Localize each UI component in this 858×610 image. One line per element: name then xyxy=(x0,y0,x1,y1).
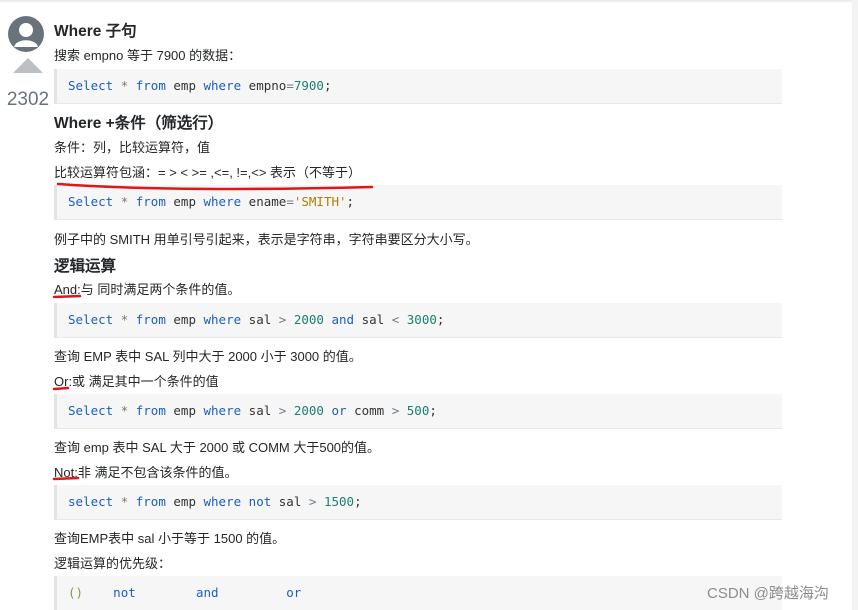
code-token: where xyxy=(203,403,242,418)
and-note: 查询 EMP 表中 SAL 列中大于 2000 小于 3000 的值。 xyxy=(54,349,362,364)
code-token: not xyxy=(248,494,272,509)
code-token: 1500 xyxy=(323,494,355,509)
code-token: or xyxy=(286,585,302,600)
where-description: 搜索 empno 等于 7900 的数据： xyxy=(54,48,242,63)
code-token: 'SMITH' xyxy=(293,194,347,209)
code-token: Select xyxy=(68,312,114,327)
code-token: * xyxy=(120,312,129,327)
priority-title: 逻辑运算的优先级： xyxy=(54,556,172,571)
code-token: () xyxy=(68,585,84,600)
code-token: sal xyxy=(248,403,272,418)
code-token: > xyxy=(308,494,317,509)
code-token: 500 xyxy=(406,403,430,418)
code-token: where xyxy=(203,312,242,327)
code-token: select xyxy=(68,494,114,509)
code-token: emp xyxy=(173,312,196,327)
code-token: sal xyxy=(361,312,385,327)
code-token: sal xyxy=(248,312,272,327)
not-note: 查询EMP表中 sal 小于等于 1500 的值。 xyxy=(54,531,286,546)
code-token: * xyxy=(120,403,129,418)
code-block-ename: Select * from emp where ename='SMITH'; xyxy=(54,185,782,220)
code-token: emp xyxy=(173,194,196,209)
code-token: > xyxy=(278,312,287,327)
code-token: ; xyxy=(429,403,437,418)
code-token: from xyxy=(135,78,166,93)
code-token: * xyxy=(120,78,129,93)
code-token: where xyxy=(203,78,242,93)
code-token: from xyxy=(135,494,166,509)
code-block-and: Select * from emp where sal > 2000 and s… xyxy=(54,303,782,338)
code-token: 2000 xyxy=(293,312,324,327)
csdn-watermark: CSDN @跨越海沟 xyxy=(707,585,829,602)
code-token: Select xyxy=(68,194,114,209)
code-token: ename xyxy=(248,194,287,209)
code-token: from xyxy=(135,403,166,418)
code-token: > xyxy=(278,403,287,418)
vote-count: 2302 xyxy=(6,89,50,110)
code-block-not: select * from emp where not sal > 1500; xyxy=(54,485,782,520)
code-token: and xyxy=(195,585,219,600)
code-token: > xyxy=(391,403,400,418)
code-token: where xyxy=(203,194,242,209)
user-avatar-icon[interactable] xyxy=(8,16,44,52)
code-token: = xyxy=(286,194,294,209)
code-token: 2000 xyxy=(293,403,324,418)
code-token: and xyxy=(331,312,355,327)
code-token: sal xyxy=(278,494,302,509)
scrollbar-track[interactable] xyxy=(852,0,858,610)
comparison-operators: 比较运算符包涵：= > < >= ,<=, !=,<> 表示（不等于） xyxy=(54,165,362,180)
code-token: * xyxy=(120,494,129,509)
code-token: emp xyxy=(173,494,196,509)
code-token: from xyxy=(135,312,166,327)
heading-where-condition: Where +条件（筛选行） xyxy=(54,115,224,132)
heading-logic-operations: 逻辑运算 xyxy=(54,258,117,275)
code-token: * xyxy=(120,194,129,209)
code-token: ; xyxy=(354,494,362,509)
and-description: And:与 同时满足两个条件的值。 xyxy=(54,282,241,297)
code-token: 3000 xyxy=(406,312,437,327)
code-token: ; xyxy=(323,78,332,93)
code-token: < xyxy=(391,312,400,327)
code-block-priority: () not and or xyxy=(54,576,782,610)
code-token: ; xyxy=(436,312,445,327)
code-token: Select xyxy=(68,403,114,418)
code-token: emp xyxy=(173,403,196,418)
code-token: empno xyxy=(248,78,287,93)
code-token: not xyxy=(113,585,136,600)
condition-description: 条件：列，比较运算符，值 xyxy=(54,140,211,155)
code-block-where: Select * from emp where empno=7900; xyxy=(54,69,782,104)
code-token: 7900 xyxy=(293,78,324,93)
heading-where-clause: Where 子句 xyxy=(54,23,137,40)
code-token: where xyxy=(203,494,242,509)
or-note: 查询 emp 表中 SAL 大于 2000 或 COMM 大于500的值。 xyxy=(54,440,381,455)
not-description: Not:非 满足不包含该条件的值。 xyxy=(54,465,238,480)
code-token: comm xyxy=(354,403,385,418)
answer-body: Where 子句 搜索 empno 等于 7900 的数据： Select * … xyxy=(54,0,814,610)
smith-note: 例子中的 SMITH 用单引号引起来，表示是字符串，字符串要区分大小写。 xyxy=(54,232,479,247)
vote-sidebar: 2302 xyxy=(0,0,56,610)
code-token: Select xyxy=(68,78,114,93)
code-token: = xyxy=(286,78,294,93)
or-description: Or:或 满足其中一个条件的值 xyxy=(54,374,219,389)
code-token: from xyxy=(135,194,166,209)
code-token: or xyxy=(331,403,347,418)
code-token: ; xyxy=(346,194,355,209)
code-block-or: Select * from emp where sal > 2000 or co… xyxy=(54,394,782,429)
code-token: emp xyxy=(173,78,196,93)
vote-up-arrow-icon[interactable] xyxy=(13,58,43,73)
